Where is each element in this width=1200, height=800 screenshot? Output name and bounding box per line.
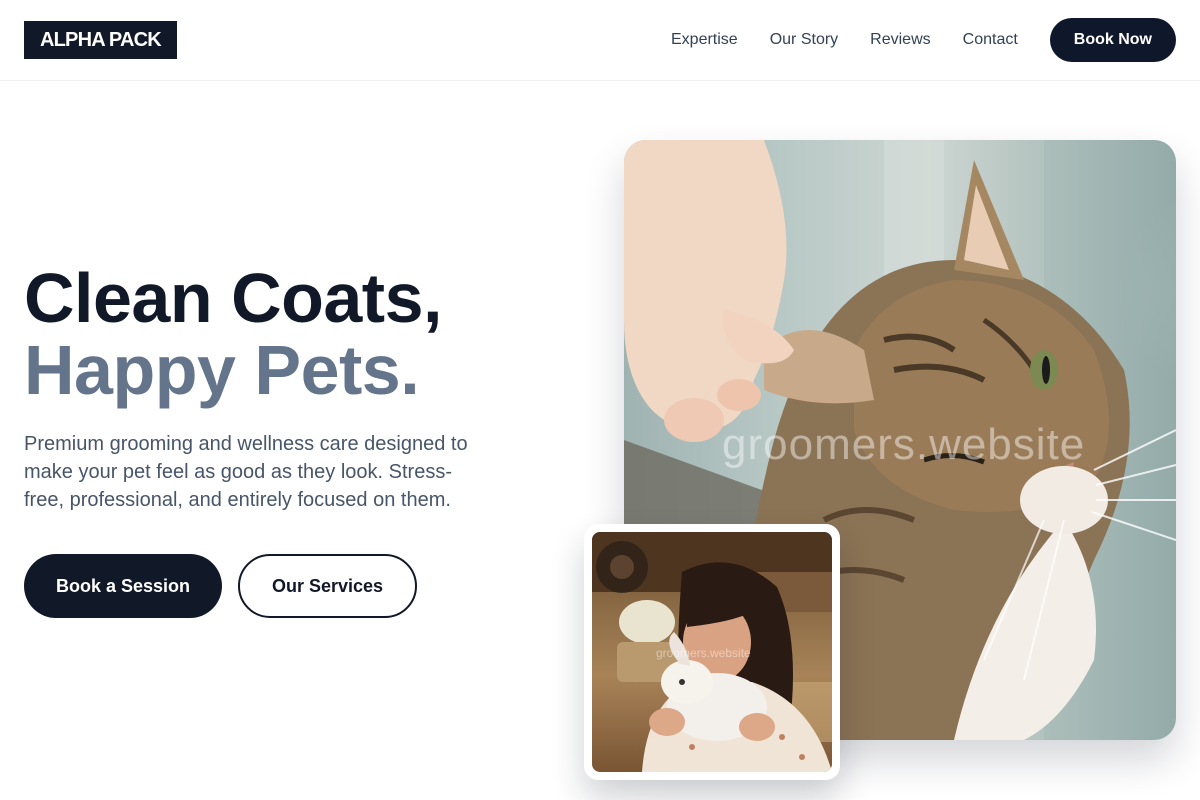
nav-link-reviews[interactable]: Reviews: [870, 31, 930, 49]
main-image-watermark: groomers.website: [722, 420, 1086, 469]
secondary-photo-card: groomers.website: [584, 524, 840, 780]
secondary-image-watermark: groomers.website: [656, 646, 751, 660]
nav-link-expertise[interactable]: Expertise: [671, 31, 738, 49]
headline-line-2: Happy Pets.: [24, 331, 420, 409]
woman-rabbit-image: groomers.website: [592, 532, 832, 772]
headline-line-1: Clean Coats,: [24, 259, 443, 337]
book-session-button[interactable]: Book a Session: [24, 554, 222, 618]
our-services-button[interactable]: Our Services: [238, 554, 417, 618]
main-nav: Expertise Our Story Reviews Contact Book…: [671, 18, 1176, 62]
hero-subtext: Premium grooming and wellness care desig…: [24, 433, 468, 511]
nav-link-our-story[interactable]: Our Story: [770, 31, 838, 49]
brand-logo[interactable]: ALPHA PACK: [24, 21, 177, 59]
hero-headline: Clean Coats, Happy Pets.: [24, 259, 443, 409]
nav-link-contact[interactable]: Contact: [963, 31, 1018, 49]
site-header: ALPHA PACK Expertise Our Story Reviews C…: [0, 0, 1200, 81]
book-now-button[interactable]: Book Now: [1049, 18, 1176, 62]
